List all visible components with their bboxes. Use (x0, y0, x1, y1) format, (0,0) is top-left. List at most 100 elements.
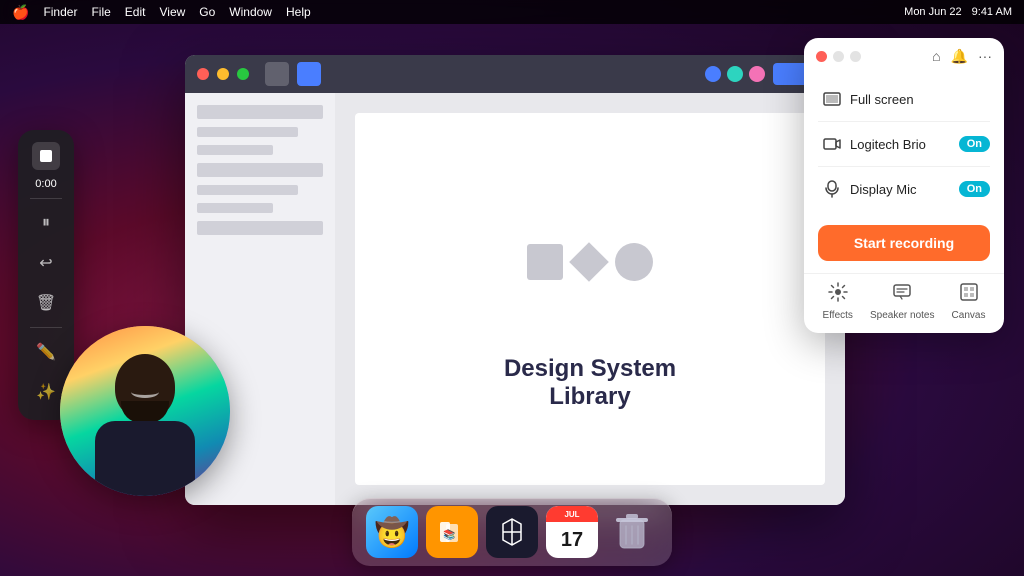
finder-icon: 🤠 (375, 516, 410, 549)
dot-blue (705, 66, 721, 82)
trash-svg (612, 510, 652, 554)
more-icon[interactable]: ··· (978, 48, 992, 65)
home-icon[interactable]: ⌂ (932, 48, 940, 65)
camera-icon (818, 130, 846, 158)
fullscreen-label: Full screen (850, 92, 990, 107)
slide-thumb-6[interactable] (197, 203, 273, 213)
panel-titlebar: ⌂ 🔔 ··· (804, 38, 1004, 71)
perplexity-svg (497, 517, 527, 547)
panel-actions: ⌂ 🔔 ··· (932, 48, 992, 65)
stop-icon (40, 150, 52, 162)
books-svg: 📚 (436, 516, 468, 548)
slide-thumb-1[interactable] (197, 105, 323, 119)
menubar-file[interactable]: File (91, 5, 110, 19)
menubar-date: Mon Jun 22 (904, 6, 961, 18)
camera-toggle[interactable]: On (959, 136, 990, 152)
canvas-label: Canvas (952, 310, 986, 321)
slide-icon-circle (615, 243, 653, 281)
slide-thumb-2[interactable] (197, 127, 298, 137)
person-smile (131, 386, 159, 398)
dot-pink (749, 66, 765, 82)
camera-bubble[interactable] (60, 326, 230, 496)
speaker-notes-label: Speaker notes (870, 310, 935, 321)
slide-title: Design SystemLibrary (504, 355, 676, 411)
canvas-action[interactable]: Canvas (952, 282, 986, 321)
camera-row: Logitech Brio On (818, 122, 990, 167)
menubar-time: 9:41 AM (972, 6, 1012, 18)
slide-icons (527, 243, 653, 281)
stop-button[interactable] (32, 142, 60, 170)
presentation-window: Design SystemLibrary (185, 55, 845, 505)
dock-calendar[interactable]: JUL 17 (546, 506, 598, 558)
draw-button[interactable]: ✏️ (30, 336, 62, 368)
panel-options: Full screen Logitech Brio On Di (804, 71, 1004, 217)
recording-timer: 0:00 (35, 178, 56, 190)
mic-toggle[interactable]: On (959, 181, 990, 197)
menubar-view[interactable]: View (159, 5, 185, 19)
speaker-notes-action[interactable]: Speaker notes (870, 282, 935, 321)
camera-label: Logitech Brio (850, 137, 959, 152)
nav-menu-icon[interactable] (265, 62, 289, 86)
toolbar-dots (705, 66, 765, 82)
panel-fullscreen-button[interactable] (850, 51, 861, 62)
dock-finder[interactable]: 🤠 (366, 506, 418, 558)
effects-action[interactable]: Effects (823, 282, 853, 321)
camera-feed (60, 326, 230, 496)
slide-area: Design SystemLibrary (335, 93, 845, 505)
presentation-titlebar (185, 55, 845, 93)
pause-button[interactable]: ⏸ (30, 207, 62, 239)
slide-view-icon[interactable] (297, 62, 321, 86)
menubar-left: 🍎 Finder File Edit View Go Window Help (12, 4, 311, 21)
recording-panel: ⌂ 🔔 ··· Full screen Logitech (804, 38, 1004, 333)
calendar-day: 17 (561, 529, 583, 552)
mic-icon (818, 175, 846, 203)
dock: 🤠 📚 JUL 17 (352, 498, 672, 566)
canvas-icon (959, 282, 979, 307)
sidebar-divider (30, 198, 62, 199)
speaker-notes-icon (892, 282, 912, 307)
slide-thumb-5[interactable] (197, 185, 298, 195)
undo-button[interactable]: ↩ (30, 247, 62, 279)
dock-trash[interactable] (606, 506, 658, 558)
bell-icon[interactable]: 🔔 (951, 48, 968, 65)
window-close-button[interactable] (197, 68, 209, 80)
mic-row: Display Mic On (818, 167, 990, 211)
fullscreen-row: Full screen (818, 77, 990, 122)
window-fullscreen-button[interactable] (237, 68, 249, 80)
calendar-month: JUL (564, 510, 579, 519)
window-minimize-button[interactable] (217, 68, 229, 80)
sidebar-divider-2 (30, 327, 62, 328)
slide-icon-diamond (569, 242, 609, 282)
delete-button[interactable]: 🗑 (30, 287, 62, 319)
menubar-app-name[interactable]: Finder (43, 5, 77, 19)
fullscreen-icon (818, 85, 846, 113)
current-slide: Design SystemLibrary (355, 113, 825, 485)
panel-minimize-button[interactable] (833, 51, 844, 62)
slide-thumb-7[interactable] (197, 221, 323, 235)
person-body (95, 421, 195, 496)
menubar-right: Mon Jun 22 9:41 AM (904, 6, 1012, 18)
menubar-window[interactable]: Window (229, 5, 272, 19)
calendar-header: JUL (546, 506, 598, 522)
menubar-edit[interactable]: Edit (125, 5, 146, 19)
effects-button[interactable]: ✨ (30, 376, 62, 408)
panel-footer: Effects Speaker notes (804, 273, 1004, 333)
apple-menu[interactable]: 🍎 (12, 4, 29, 21)
slide-icon-square (527, 244, 563, 280)
svg-text:📚: 📚 (443, 529, 455, 541)
person-beard (121, 401, 169, 423)
menubar-go[interactable]: Go (199, 5, 215, 19)
effects-icon (828, 282, 848, 307)
dock-books[interactable]: 📚 (426, 506, 478, 558)
effects-label: Effects (823, 310, 853, 321)
menubar-help[interactable]: Help (286, 5, 311, 19)
slide-thumb-3[interactable] (197, 145, 273, 155)
panel-close-button[interactable] (816, 51, 827, 62)
menubar: 🍎 Finder File Edit View Go Window Help M… (0, 0, 1024, 24)
presentation-content: Design SystemLibrary (185, 93, 845, 505)
dock-perplexity[interactable] (486, 506, 538, 558)
mic-label: Display Mic (850, 182, 959, 197)
start-recording-button[interactable]: Start recording (818, 225, 990, 261)
slide-thumb-4[interactable] (197, 163, 323, 177)
dot-teal (727, 66, 743, 82)
